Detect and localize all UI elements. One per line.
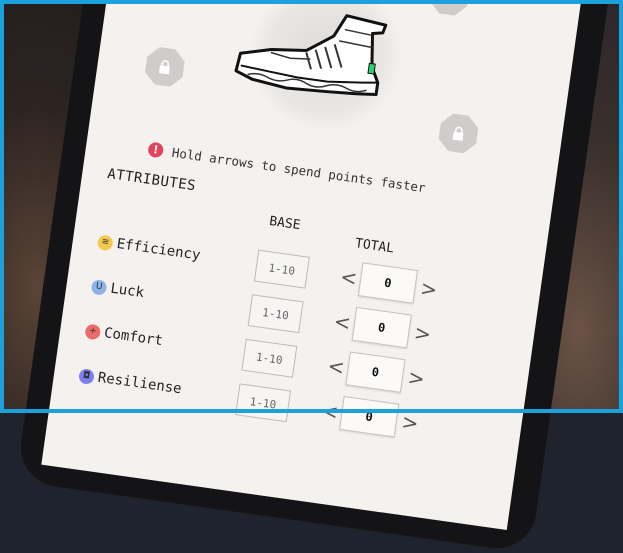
total-value: 0 — [339, 396, 400, 438]
efficiency-icon: ≡ — [96, 233, 114, 251]
lock-icon — [157, 59, 173, 75]
increase-arrow-icon[interactable]: > — [413, 320, 433, 346]
sneaker-image — [234, 14, 388, 97]
total-value: 0 — [345, 351, 406, 393]
base-value: 1-10 — [253, 249, 310, 289]
alert-icon: ! — [147, 141, 165, 159]
attribute-name: Resiliense — [96, 369, 183, 398]
phone-screen: ! Hold arrows to spend points faster ATT… — [41, 0, 585, 530]
base-value: 1-10 — [241, 338, 298, 378]
increase-arrow-icon[interactable]: > — [419, 276, 439, 302]
decrease-arrow-icon[interactable]: < — [326, 354, 346, 380]
comfort-icon: + — [84, 322, 102, 340]
increase-arrow-icon[interactable]: > — [400, 409, 420, 435]
luck-icon: U — [90, 278, 108, 296]
attributes-title: ATTRIBUTES — [106, 166, 197, 195]
total-header: TOTAL — [354, 236, 395, 257]
decrease-arrow-icon[interactable]: < — [332, 309, 352, 335]
total-value: 0 — [357, 262, 419, 304]
decrease-arrow-icon[interactable]: < — [320, 398, 340, 424]
locked-slot-2[interactable] — [143, 45, 186, 88]
decrease-arrow-icon[interactable]: < — [339, 264, 359, 290]
resilience-icon: ◘ — [78, 367, 96, 385]
base-value: 1-10 — [247, 294, 304, 334]
hint-text: Hold arrows to spend points faster — [171, 144, 427, 196]
lock-icon — [442, 0, 458, 4]
attribute-name: Comfort — [103, 325, 164, 350]
base-value: 1-10 — [235, 383, 292, 423]
attribute-name: Efficiency — [115, 235, 202, 264]
attribute-name: Luck — [109, 280, 146, 302]
base-header: BASE — [268, 214, 302, 234]
locked-slot-3[interactable] — [437, 112, 480, 155]
locked-slot-1[interactable] — [428, 0, 471, 17]
increase-arrow-icon[interactable]: > — [406, 365, 426, 391]
total-value: 0 — [351, 306, 412, 349]
lock-icon — [451, 125, 467, 141]
